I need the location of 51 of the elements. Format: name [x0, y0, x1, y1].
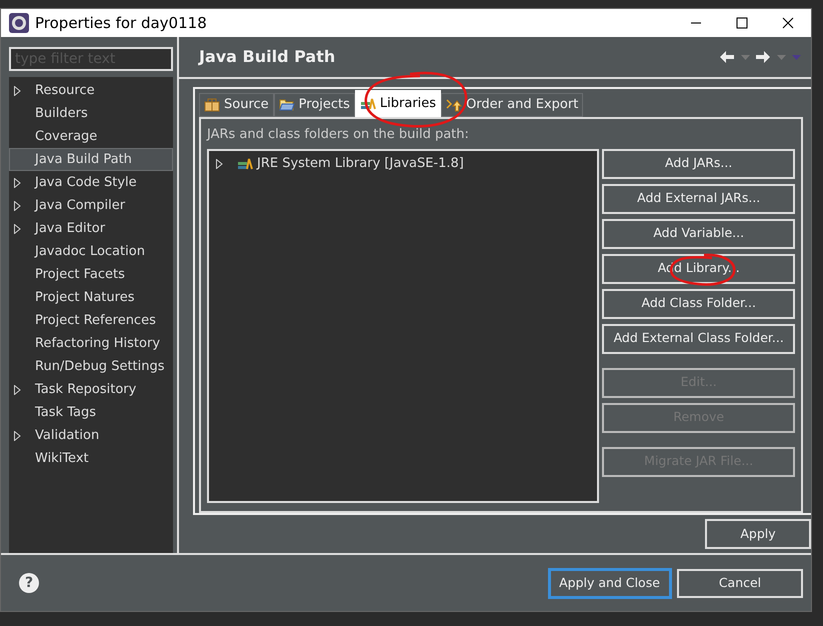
tree-item[interactable]: Builders — [9, 102, 173, 125]
side-button[interactable]: Add JARs... — [602, 148, 795, 178]
library-icon — [360, 96, 376, 110]
expand-icon[interactable] — [14, 86, 21, 96]
library-item[interactable]: JRE System Library [JavaSE-1.8] — [213, 152, 594, 176]
tree-item[interactable]: Run/Debug Settings — [9, 355, 173, 378]
expand-icon[interactable] — [14, 178, 21, 188]
tree-item[interactable]: Project References — [9, 309, 173, 332]
package-icon — [204, 98, 220, 112]
list-caption: JARs and class folders on the build path: — [207, 126, 470, 144]
tab[interactable]: Libraries — [354, 90, 442, 117]
close-icon[interactable] — [782, 17, 794, 29]
tab[interactable]: Projects — [274, 93, 355, 117]
dialog-button[interactable]: Apply and Close — [548, 568, 670, 598]
window-title: Properties for day0118 — [35, 12, 207, 34]
tree-item[interactable]: Java Code Style — [9, 171, 173, 194]
tab[interactable]: Source — [199, 93, 274, 117]
apply-button[interactable]: Apply — [705, 519, 811, 549]
expand-icon[interactable] — [14, 200, 21, 210]
tree-item[interactable]: Java Build Path — [9, 148, 173, 171]
side-button[interactable]: Add Class Folder... — [602, 288, 795, 318]
app-icon — [9, 13, 29, 33]
tree-item[interactable]: Validation — [9, 424, 173, 447]
expand-icon[interactable] — [14, 384, 21, 394]
tree-item[interactable]: Javadoc Location — [9, 240, 173, 263]
library-icon — [237, 157, 253, 171]
back-icon[interactable] — [720, 51, 734, 63]
tree-item[interactable]: Java Editor — [9, 217, 173, 240]
side-button[interactable]: Add External JARs... — [602, 184, 795, 214]
dialog-button[interactable]: Cancel — [677, 568, 803, 598]
side-button[interactable]: Add External Class Folder... — [602, 324, 795, 354]
order-icon — [446, 98, 462, 112]
expand-icon[interactable] — [14, 430, 21, 440]
forward-icon[interactable] — [756, 51, 770, 63]
maximize-icon[interactable] — [736, 17, 748, 29]
tree-item[interactable]: Task Repository — [9, 378, 173, 401]
tab[interactable]: Order and Export — [441, 93, 584, 117]
tree-item[interactable]: Project Facets — [9, 263, 173, 286]
tree-item[interactable]: Java Compiler — [9, 194, 173, 217]
folder-icon — [278, 98, 295, 112]
tree-item[interactable]: Refactoring History — [9, 332, 173, 355]
expand-icon[interactable] — [14, 224, 21, 234]
tree-item[interactable]: Resource — [9, 79, 173, 102]
tree-item[interactable]: WikiText — [9, 447, 173, 470]
expand-icon[interactable] — [216, 159, 223, 169]
tree-item[interactable]: Coverage — [9, 125, 173, 148]
tree-item[interactable]: Task Tags — [9, 401, 173, 424]
tree-item[interactable]: Project Natures — [9, 286, 173, 309]
help-button[interactable]: ? — [19, 573, 39, 593]
page-title: Java Build Path — [199, 46, 336, 68]
side-button[interactable]: Add Variable... — [602, 218, 795, 248]
